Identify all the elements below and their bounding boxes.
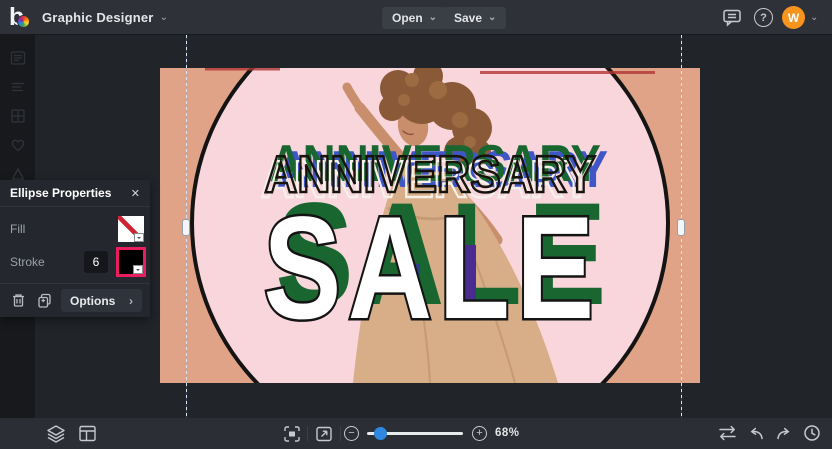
redo-button[interactable] — [774, 424, 794, 442]
sidebar-item-layout[interactable] — [0, 101, 35, 130]
open-button[interactable]: Open ⌄ — [382, 7, 448, 29]
trash-icon — [9, 291, 28, 310]
panel-header: Ellipse Properties ✕ — [0, 180, 150, 207]
templates-icon — [9, 49, 27, 67]
zoom-out-button[interactable]: − — [344, 426, 359, 441]
duplicate-button[interactable] — [35, 291, 54, 310]
design-artboard[interactable]: ANNIVERSARY ANNIVERSARY ANNIVERSARY ANNI… — [160, 68, 700, 383]
canvas-workspace[interactable]: ANNIVERSARY ANNIVERSARY ANNIVERSARY ANNI… — [35, 35, 832, 418]
redo-icon — [774, 424, 794, 442]
fill-row: Fill — [0, 213, 150, 246]
resize-handle-left[interactable] — [182, 219, 190, 236]
swatch-dropdown-icon[interactable] — [134, 233, 144, 242]
grid-layout-icon — [9, 107, 27, 125]
canvas-layout-icon — [77, 423, 98, 444]
toolbar-divider — [340, 426, 341, 441]
chevron-down-icon: ⌄ — [428, 12, 438, 23]
fit-screen-icon — [282, 424, 302, 444]
toolbar-divider — [307, 426, 308, 441]
history-icon — [802, 423, 822, 443]
top-bar: b Graphic Designer ⌄ Open ⌄ Save ⌄ ? W ⌄ — [0, 0, 832, 35]
resize-handle-right[interactable] — [677, 219, 685, 236]
graphic-designer-app: b Graphic Designer ⌄ Open ⌄ Save ⌄ ? W ⌄… — [0, 0, 832, 449]
color-wheel-icon — [17, 15, 30, 28]
sidebar-item-favorites[interactable] — [0, 130, 35, 159]
open-label: Open — [392, 11, 423, 25]
canvas-manager-button[interactable] — [77, 423, 98, 444]
ellipse-properties-panel: Ellipse Properties ✕ Fill Stroke 6 Optio… — [0, 180, 150, 317]
stroke-label: Stroke — [10, 255, 45, 269]
sidebar-item-templates[interactable] — [0, 43, 35, 72]
stroke-row: Stroke — [0, 246, 150, 279]
compare-button[interactable] — [716, 424, 739, 442]
zoom-slider[interactable] — [367, 427, 463, 440]
panel-footer: Options › — [0, 283, 150, 317]
feedback-button[interactable] — [722, 8, 743, 27]
swatch-dropdown-icon[interactable] — [133, 265, 143, 274]
sidebar-item-edit[interactable] — [0, 72, 35, 101]
zoom-slider-thumb[interactable] — [374, 427, 387, 440]
fullscreen-button[interactable] — [314, 424, 334, 444]
close-icon[interactable]: ✕ — [131, 187, 140, 200]
stroke-width-input[interactable] — [84, 251, 108, 273]
chevron-down-icon: ⌄ — [488, 12, 497, 23]
heart-icon — [9, 136, 27, 154]
duplicate-icon — [35, 291, 54, 310]
chevron-down-icon: ⌄ — [159, 11, 168, 23]
undo-icon — [746, 424, 766, 442]
save-button[interactable]: Save ⌄ — [444, 7, 507, 29]
minus-icon: − — [348, 427, 355, 439]
layers-icon — [45, 423, 67, 445]
save-label: Save — [454, 11, 483, 25]
options-label: Options — [70, 293, 116, 308]
befunky-logo[interactable]: b — [9, 2, 35, 32]
compare-icon — [716, 424, 739, 442]
stroke-color-swatch[interactable] — [116, 247, 146, 277]
headline-sale: SALE SALE — [261, 173, 606, 353]
fill-label: Fill — [10, 222, 26, 236]
fit-to-screen-button[interactable] — [282, 424, 302, 444]
sale-main-layer: SALE — [263, 187, 600, 350]
avatar-initial: W — [787, 10, 800, 25]
selection-edge-right — [677, 35, 685, 418]
layers-button[interactable] — [45, 423, 67, 445]
app-menu-graphic-designer[interactable]: Graphic Designer ⌄ — [42, 0, 168, 35]
bottom-toolbar: − + 68% — [0, 418, 832, 449]
selection-edge-left — [182, 35, 190, 418]
headline-text-group[interactable]: ANNIVERSARY ANNIVERSARY ANNIVERSARY ANNI… — [160, 68, 700, 383]
delete-button[interactable] — [9, 291, 28, 310]
plus-icon: + — [476, 427, 483, 439]
account-chevron-down-icon[interactable]: ⌄ — [810, 13, 818, 23]
zoom-percentage: 68% — [495, 427, 520, 439]
user-avatar[interactable]: W — [782, 6, 805, 29]
edit-lines-icon — [9, 78, 27, 96]
app-menu-label: Graphic Designer — [42, 10, 154, 25]
question-mark-icon: ? — [760, 11, 767, 24]
history-button[interactable] — [802, 423, 822, 443]
chevron-right-icon: › — [129, 293, 133, 308]
fullscreen-icon — [314, 424, 334, 444]
options-button[interactable]: Options › — [61, 289, 142, 312]
zoom-in-button[interactable]: + — [472, 426, 487, 441]
panel-title: Ellipse Properties — [10, 186, 112, 200]
undo-button[interactable] — [746, 424, 766, 442]
help-button[interactable]: ? — [754, 8, 773, 27]
fill-color-swatch[interactable] — [118, 216, 144, 242]
comment-bubble-icon — [722, 8, 743, 27]
